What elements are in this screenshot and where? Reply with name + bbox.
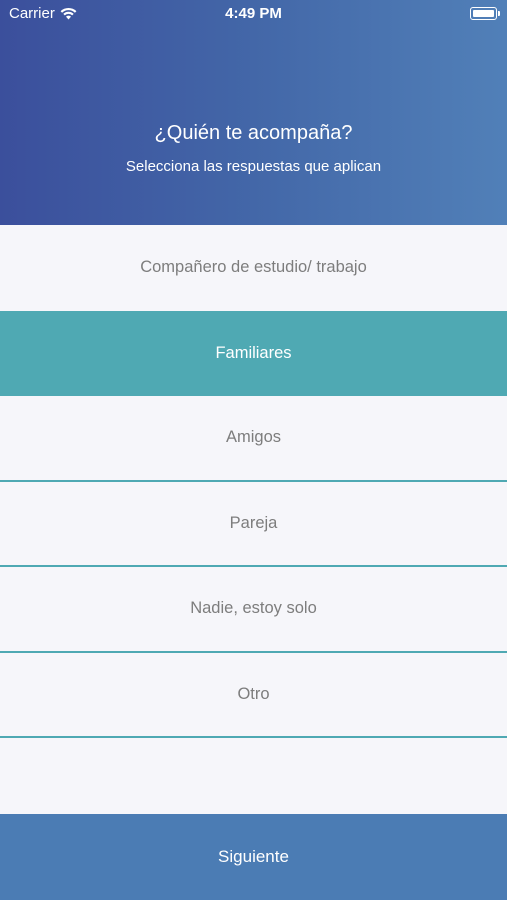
option-amigos[interactable]: Amigos [0, 396, 507, 482]
option-otro[interactable]: Otro [0, 652, 507, 738]
next-button-label: Siguiente [218, 847, 289, 866]
next-button[interactable]: Siguiente [0, 814, 507, 900]
option-familiares[interactable]: Familiares [0, 310, 507, 396]
option-label: Familiares [215, 343, 292, 362]
options-list: Compañero de estudio/ trabajo Familiares… [0, 225, 507, 738]
status-time: 4:49 PM [225, 5, 282, 22]
page-title: ¿Quién te acompaña? [154, 122, 353, 144]
status-bar: Carrier 4:49 PM [0, 0, 507, 30]
option-label: Amigos [225, 428, 282, 447]
option-label: Compañero de estudio/ trabajo [140, 258, 367, 277]
option-pareja[interactable]: Pareja [0, 481, 507, 567]
option-label: Nadie, estoy solo [190, 599, 317, 618]
header: Carrier 4:49 PM ¿Quién te acompaña? Sele… [0, 0, 507, 225]
page-subtitle: Selecciona las respuestas que aplican [125, 158, 382, 175]
battery-icon [470, 7, 500, 20]
option-nadie[interactable]: Nadie, estoy solo [0, 567, 507, 653]
option-label: Otro [237, 684, 270, 703]
option-label: Pareja [229, 513, 278, 532]
option-companero[interactable]: Compañero de estudio/ trabajo [0, 225, 507, 311]
